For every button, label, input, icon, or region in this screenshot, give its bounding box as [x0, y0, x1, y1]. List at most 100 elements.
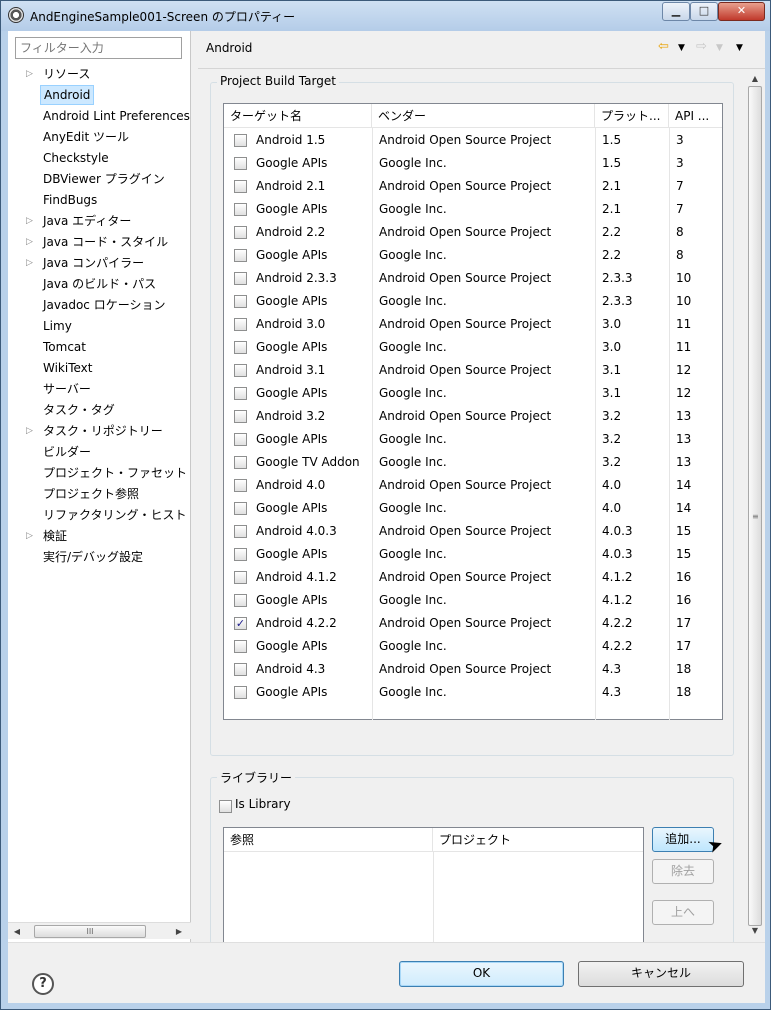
minimize-button[interactable]: ▁ — [662, 2, 690, 21]
target-checkbox[interactable] — [234, 502, 247, 515]
expand-arrow-icon[interactable]: ▷ — [26, 421, 36, 441]
tree-item[interactable]: FindBugs — [8, 190, 191, 210]
column-platform[interactable]: プラット... — [595, 104, 669, 128]
vertical-scrollbar[interactable]: ▲ ≡ ▼ — [747, 74, 764, 939]
table-row[interactable]: Google APIs Google Inc. 3.2 13 — [224, 428, 722, 451]
table-row[interactable]: Google APIs Google Inc. 2.3.3 10 — [224, 290, 722, 313]
table-row[interactable]: Android 4.0.3 Android Open Source Project… — [224, 520, 722, 543]
library-reference-table[interactable]: 参照 プロジェクト — [223, 827, 644, 942]
target-checkbox[interactable] — [234, 341, 247, 354]
tree-item[interactable]: Checkstyle — [8, 148, 191, 168]
scrollbar-thumb[interactable]: III — [34, 925, 146, 938]
table-row[interactable]: Android 1.5 Android Open Source Project 1.… — [224, 129, 722, 152]
table-row[interactable]: Android 4.3 Android Open Source Project 4.… — [224, 658, 722, 681]
expand-arrow-icon[interactable]: ▷ — [26, 526, 36, 546]
tree-item[interactable]: Javadoc ロケーション — [8, 295, 191, 315]
tree-item[interactable]: Android — [8, 85, 191, 105]
column-vendor[interactable]: ベンダー — [372, 104, 595, 128]
column-target-name[interactable]: ターゲット名 — [224, 104, 372, 128]
expand-arrow-icon[interactable]: ▷ — [26, 64, 36, 84]
tree-item[interactable]: ビルダー — [8, 442, 191, 462]
table-row[interactable]: Google APIs Google Inc. 4.0 14 — [224, 497, 722, 520]
scroll-left-icon[interactable]: ◀ — [11, 925, 23, 938]
tree-item[interactable]: ▷ タスク・リポジトリー — [8, 421, 191, 441]
column-reference[interactable]: 参照 — [224, 828, 433, 852]
target-checkbox[interactable] — [234, 295, 247, 308]
expand-arrow-icon[interactable]: ▷ — [26, 232, 36, 252]
tree-item[interactable]: ▷ 検証 — [8, 526, 191, 546]
help-icon[interactable]: ? — [32, 973, 54, 995]
scrollbar-thumb[interactable]: ≡ — [748, 86, 762, 926]
horizontal-scrollbar[interactable]: ◀ III ▶ — [8, 922, 191, 939]
expand-arrow-icon[interactable]: ▷ — [26, 211, 36, 231]
table-row[interactable]: ✓ Android 4.2.2 Android Open Source Projec… — [224, 612, 722, 635]
table-row[interactable]: Google APIs Google Inc. 2.1 7 — [224, 198, 722, 221]
tree-item[interactable]: Android Lint Preferences — [8, 106, 191, 126]
tree-item[interactable]: ▷ リソース — [8, 64, 191, 84]
tree-item[interactable]: AnyEdit ツール — [8, 127, 191, 147]
ok-button[interactable]: OK — [399, 961, 564, 987]
table-row[interactable]: Google APIs Google Inc. 1.5 3 — [224, 152, 722, 175]
target-checkbox[interactable] — [234, 594, 247, 607]
remove-button[interactable]: 除去 — [652, 859, 714, 884]
table-row[interactable]: Android 2.1 Android Open Source Project 2.… — [224, 175, 722, 198]
tree-item[interactable]: プロジェクト・ファセット — [8, 463, 191, 483]
table-row[interactable]: Google APIs Google Inc. 3.0 11 — [224, 336, 722, 359]
tree-item[interactable]: タスク・タグ — [8, 400, 191, 420]
tree-item[interactable]: ▷ Java コード・スタイル — [8, 232, 191, 252]
target-checkbox[interactable] — [234, 479, 247, 492]
tree-item[interactable]: DBViewer プラグイン — [8, 169, 191, 189]
scroll-up-icon[interactable]: ▲ — [749, 74, 761, 83]
filter-input[interactable] — [15, 37, 182, 59]
tree-item[interactable]: Limy — [8, 316, 191, 336]
move-up-button[interactable]: 上へ — [652, 900, 714, 925]
title-bar[interactable]: AndEngineSample001-Screen のプロパティー ▁ □ ✕ — [1, 1, 770, 31]
table-row[interactable]: Google APIs Google Inc. 4.1.2 16 — [224, 589, 722, 612]
target-checkbox[interactable] — [234, 226, 247, 239]
tree-item[interactable]: ▷ Java コンパイラー — [8, 253, 191, 273]
tree-item[interactable]: リファクタリング・ヒスト — [8, 505, 191, 525]
table-row[interactable]: Google APIs Google Inc. 2.2 8 — [224, 244, 722, 267]
target-checkbox[interactable] — [234, 525, 247, 538]
table-row[interactable]: Android 3.1 Android Open Source Project 3.… — [224, 359, 722, 382]
tree-item[interactable]: Java のビルド・パス — [8, 274, 191, 294]
build-target-table[interactable]: ターゲット名 ベンダー プラット... API ... Android 1.5 A… — [223, 103, 723, 720]
target-checkbox[interactable] — [234, 571, 247, 584]
target-checkbox[interactable] — [234, 203, 247, 216]
expand-arrow-icon[interactable]: ▷ — [26, 253, 36, 273]
tree-item[interactable]: Tomcat — [8, 337, 191, 357]
target-checkbox[interactable] — [234, 364, 247, 377]
tree-item[interactable]: 実行/デバッグ設定 — [8, 547, 191, 567]
close-button[interactable]: ✕ — [718, 2, 765, 21]
back-arrow-icon[interactable]: ⇦ — [658, 39, 669, 54]
target-checkbox[interactable] — [234, 548, 247, 561]
table-row[interactable]: Android 2.3.3 Android Open Source Project… — [224, 267, 722, 290]
target-checkbox[interactable] — [234, 456, 247, 469]
column-project[interactable]: プロジェクト — [433, 828, 643, 852]
target-checkbox[interactable] — [234, 249, 247, 262]
table-row[interactable]: Android 4.0 Android Open Source Project 4.… — [224, 474, 722, 497]
scroll-right-icon[interactable]: ▶ — [173, 925, 185, 938]
forward-arrow-icon[interactable]: ⇨ — [696, 39, 707, 54]
target-checkbox[interactable] — [234, 134, 247, 147]
target-checkbox[interactable] — [234, 387, 247, 400]
maximize-button[interactable]: □ — [690, 2, 718, 21]
target-checkbox[interactable] — [234, 410, 247, 423]
tree-item[interactable]: サーバー — [8, 379, 191, 399]
target-checkbox[interactable] — [234, 180, 247, 193]
back-dropdown-icon[interactable]: ▼ — [678, 43, 685, 53]
table-row[interactable]: Android 3.2 Android Open Source Project 3.… — [224, 405, 722, 428]
menu-down-icon[interactable]: ▼ — [736, 43, 743, 53]
table-row[interactable]: Google TV Addon Google Inc. 3.2 13 — [224, 451, 722, 474]
table-row[interactable]: Google APIs Google Inc. 4.3 18 — [224, 681, 722, 704]
target-checkbox[interactable]: ✓ — [234, 617, 247, 630]
target-checkbox[interactable] — [234, 157, 247, 170]
column-api[interactable]: API ... — [669, 104, 722, 128]
table-row[interactable]: Android 4.1.2 Android Open Source Project… — [224, 566, 722, 589]
scroll-down-icon[interactable]: ▼ — [749, 926, 761, 935]
forward-dropdown-icon[interactable]: ▼ — [716, 43, 723, 53]
target-checkbox[interactable] — [234, 640, 247, 653]
tree-item[interactable]: プロジェクト参照 — [8, 484, 191, 504]
tree-item[interactable]: WikiText — [8, 358, 191, 378]
target-checkbox[interactable] — [234, 318, 247, 331]
